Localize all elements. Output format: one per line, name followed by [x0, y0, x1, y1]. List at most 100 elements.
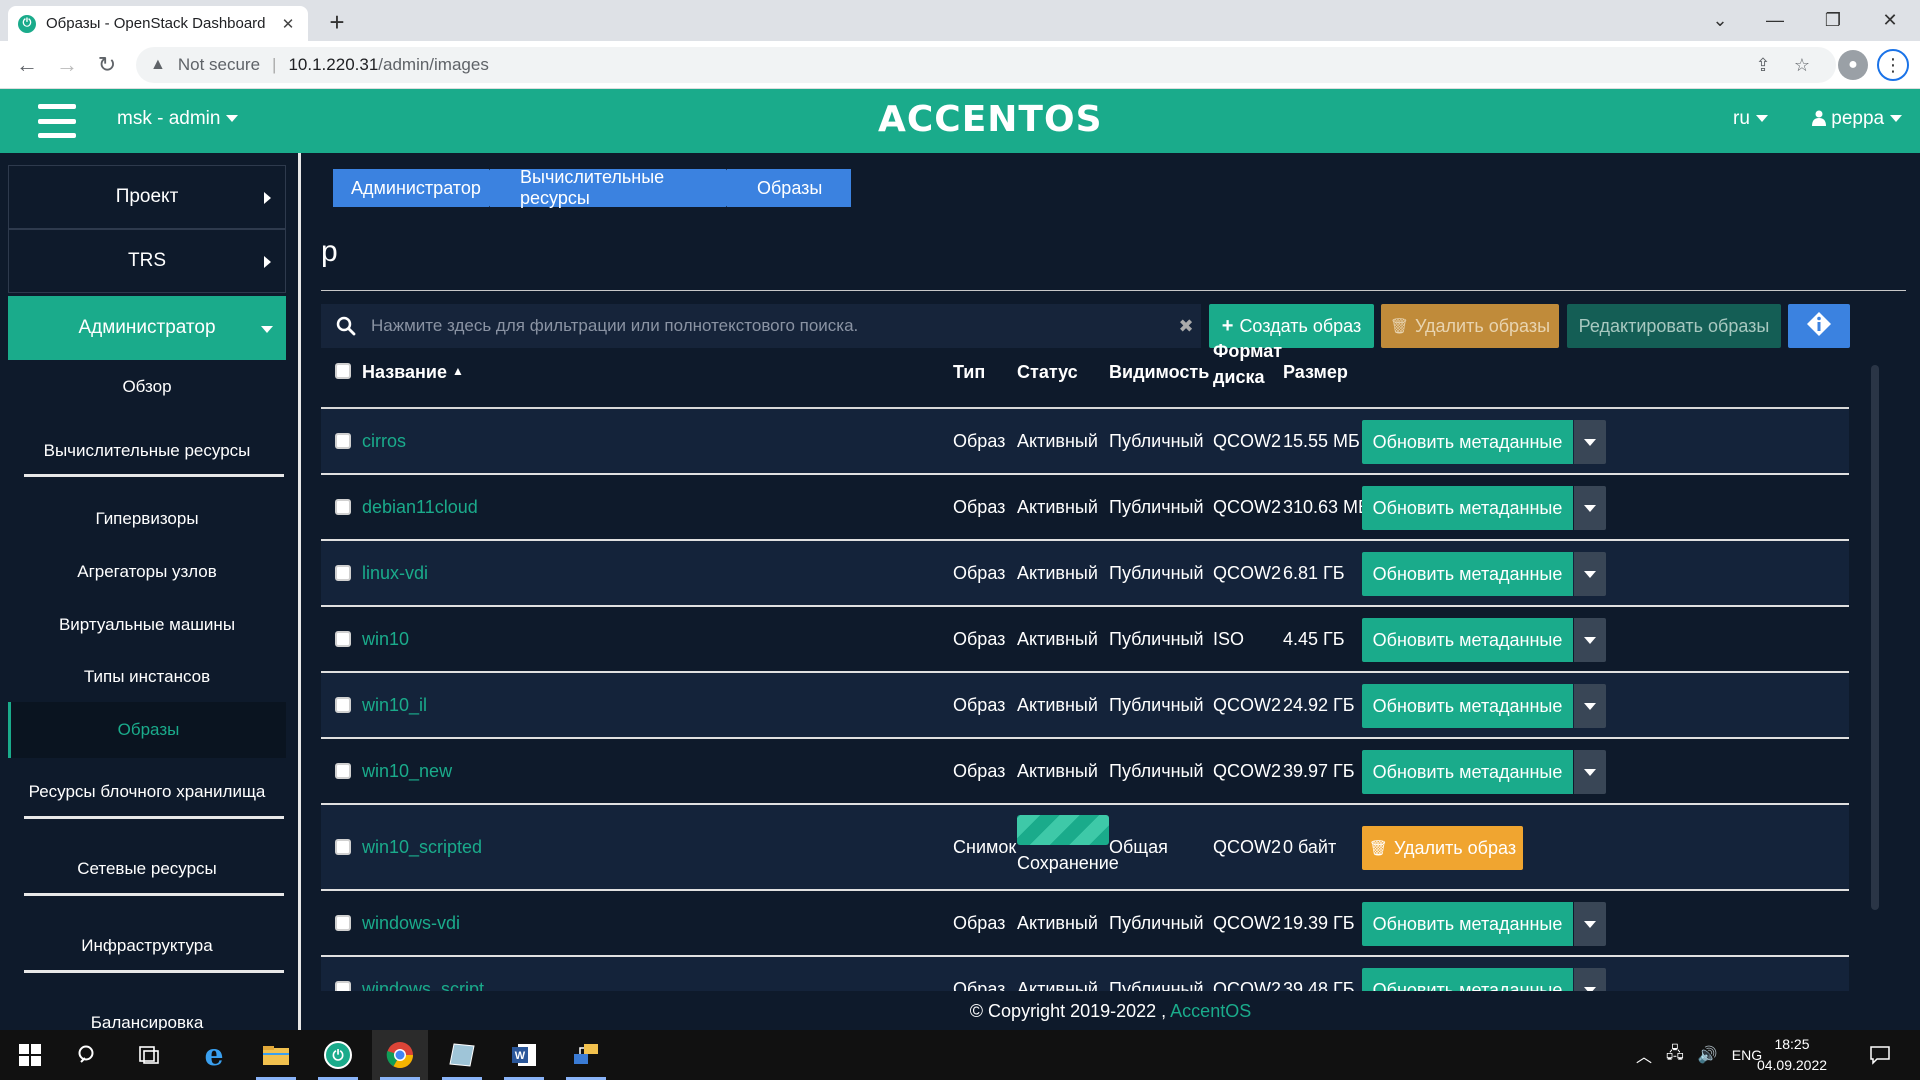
chevron-up-icon[interactable]: ︿ [1636, 1043, 1652, 1067]
openstack-app-icon[interactable]: ⏻ [310, 1030, 366, 1080]
column-status[interactable]: Статус [1017, 362, 1078, 383]
image-name-link[interactable]: win10_scripted [362, 837, 482, 858]
row-actions-dropdown[interactable] [1574, 552, 1606, 596]
sidebar-item-host-aggregates[interactable]: Агрегаторы узлов [8, 562, 286, 582]
sidebar-divider [24, 474, 284, 477]
sidebar-item-hypervisors[interactable]: Гипервизоры [8, 509, 286, 529]
sidebar-item-overview[interactable]: Обзор [8, 377, 286, 397]
chevron-right-icon [264, 192, 271, 204]
address-bar[interactable]: ▲ Not secure | 10.1.220.31/admin/images [136, 47, 1836, 83]
new-tab-button[interactable]: + [322, 8, 352, 38]
breadcrumb-compute[interactable]: Вычислительные ресурсы [490, 167, 740, 208]
column-visibility[interactable]: Видимость [1109, 362, 1209, 383]
select-all-checkbox[interactable] [335, 363, 351, 379]
tab-close-icon[interactable]: ✕ [278, 15, 298, 33]
breadcrumb-images[interactable]: Образы [727, 169, 851, 207]
image-name-link[interactable]: win10_new [362, 761, 452, 782]
notifications-icon[interactable] [1852, 1030, 1908, 1080]
row-actions-dropdown[interactable] [1574, 420, 1606, 464]
update-metadata-button[interactable]: Обновить метаданные [1362, 420, 1573, 464]
update-metadata-button[interactable]: Обновить метаданные [1362, 486, 1573, 530]
row-checkbox[interactable] [335, 499, 351, 515]
row-actions-dropdown[interactable] [1574, 902, 1606, 946]
image-status: Активный [1017, 497, 1098, 517]
tab-search-icon[interactable]: ⌄ [1690, 0, 1750, 41]
sidebar-section-project[interactable]: Проект [8, 165, 286, 229]
sidebar-item-instances[interactable]: Виртуальные машины [8, 615, 286, 635]
image-name-link[interactable]: cirros [362, 431, 406, 452]
sidebar-item-balancing[interactable]: Балансировка [8, 1013, 286, 1030]
update-metadata-button[interactable]: Обновить метаданные [1362, 552, 1573, 596]
row-actions-dropdown[interactable] [1574, 618, 1606, 662]
image-name-link[interactable]: debian11cloud [362, 497, 478, 518]
row-checkbox[interactable] [335, 631, 351, 647]
project-selector[interactable]: msk - admin [117, 108, 239, 130]
sidebar-section-trs[interactable]: TRS [8, 229, 286, 293]
volume-icon[interactable]: 🔊 [1698, 1045, 1718, 1065]
info-button[interactable] [1788, 304, 1850, 348]
row-actions-dropdown[interactable] [1574, 486, 1606, 530]
delete-image-button[interactable]: 🗑 Удалить образ [1362, 826, 1523, 870]
file-explorer-icon[interactable] [248, 1030, 304, 1080]
search-taskbar-icon[interactable] [60, 1030, 116, 1080]
forward-button[interactable]: → [52, 50, 82, 80]
remote-desktop-icon[interactable] [558, 1030, 614, 1080]
hamburger-menu-icon[interactable] [38, 104, 76, 138]
row-checkbox[interactable] [335, 839, 351, 855]
edit-images-button[interactable]: Редактировать образы [1567, 304, 1781, 348]
start-button[interactable] [2, 1030, 58, 1080]
profile-avatar-icon[interactable]: ● [1838, 50, 1868, 80]
notes-app-icon[interactable] [434, 1030, 490, 1080]
update-metadata-button[interactable]: Обновить метаданные [1362, 902, 1573, 946]
share-icon[interactable]: ⇪ [1748, 50, 1778, 80]
search-input[interactable] [371, 316, 1171, 336]
language-selector[interactable]: ru [1733, 108, 1768, 130]
minimize-button[interactable]: — [1745, 0, 1805, 41]
row-checkbox[interactable] [335, 565, 351, 581]
bookmark-star-icon[interactable]: ☆ [1787, 50, 1817, 80]
row-checkbox[interactable] [335, 433, 351, 449]
close-window-button[interactable]: ✕ [1860, 0, 1920, 41]
image-name-link[interactable]: linux-vdi [362, 563, 428, 584]
image-name-link[interactable]: win10_il [362, 695, 427, 716]
column-type[interactable]: Тип [953, 362, 985, 383]
delete-images-button[interactable]: 🗑 Удалить образы [1381, 304, 1559, 348]
column-disk-format[interactable]: Формат диска [1213, 341, 1282, 392]
image-name-link[interactable]: windows-vdi [362, 913, 460, 934]
column-size[interactable]: Размер [1283, 362, 1348, 383]
image-status: Активный [1017, 629, 1098, 649]
sidebar-item-network[interactable]: Сетевые ресурсы [8, 859, 286, 879]
sidebar-item-infrastructure[interactable]: Инфраструктура [8, 936, 286, 956]
row-actions-dropdown[interactable] [1574, 750, 1606, 794]
breadcrumb-admin[interactable]: Администратор [333, 169, 503, 207]
word-app-icon[interactable]: W [496, 1030, 552, 1080]
update-metadata-button[interactable]: Обновить метаданные [1362, 750, 1573, 794]
task-view-icon[interactable] [122, 1030, 178, 1080]
update-metadata-button[interactable]: Обновить метаданные [1362, 618, 1573, 662]
back-button[interactable]: ← [12, 50, 42, 80]
row-checkbox[interactable] [335, 915, 351, 931]
user-menu[interactable]: peppa [1812, 108, 1903, 130]
table-scrollbar[interactable] [1871, 365, 1879, 910]
browser-tab[interactable]: ⏻ Образы - OpenStack Dashboard ✕ [8, 6, 308, 41]
row-actions-dropdown[interactable] [1574, 684, 1606, 728]
image-name-link[interactable]: win10 [362, 629, 409, 650]
column-name[interactable]: Название ▲ [362, 362, 464, 383]
clear-search-icon[interactable]: ✖ [1171, 316, 1201, 337]
row-checkbox[interactable] [335, 763, 351, 779]
reload-button[interactable]: ↻ [92, 50, 122, 80]
restore-button[interactable]: ❐ [1803, 0, 1863, 41]
update-metadata-button[interactable]: Обновить метаданные [1362, 684, 1573, 728]
sidebar-item-compute[interactable]: Вычислительные ресурсы [8, 441, 286, 461]
row-checkbox[interactable] [335, 697, 351, 713]
edge-browser-icon[interactable]: e [186, 1030, 242, 1080]
taskbar-clock[interactable]: 18:25 04.09.2022 [1752, 1034, 1832, 1076]
chrome-browser-icon[interactable] [372, 1030, 428, 1080]
footer-link[interactable]: AccentOS [1170, 1001, 1251, 1021]
sidebar-item-images[interactable]: Образы [8, 702, 286, 758]
browser-menu-icon[interactable]: ⋮ [1877, 49, 1909, 81]
sidebar-item-flavors[interactable]: Типы инстансов [8, 667, 286, 687]
network-icon[interactable]: 🖧 [1666, 1042, 1684, 1069]
sidebar-section-admin[interactable]: Администратор [8, 296, 286, 360]
sidebar-item-block-storage[interactable]: Ресурсы блочного хранилища [8, 782, 286, 802]
